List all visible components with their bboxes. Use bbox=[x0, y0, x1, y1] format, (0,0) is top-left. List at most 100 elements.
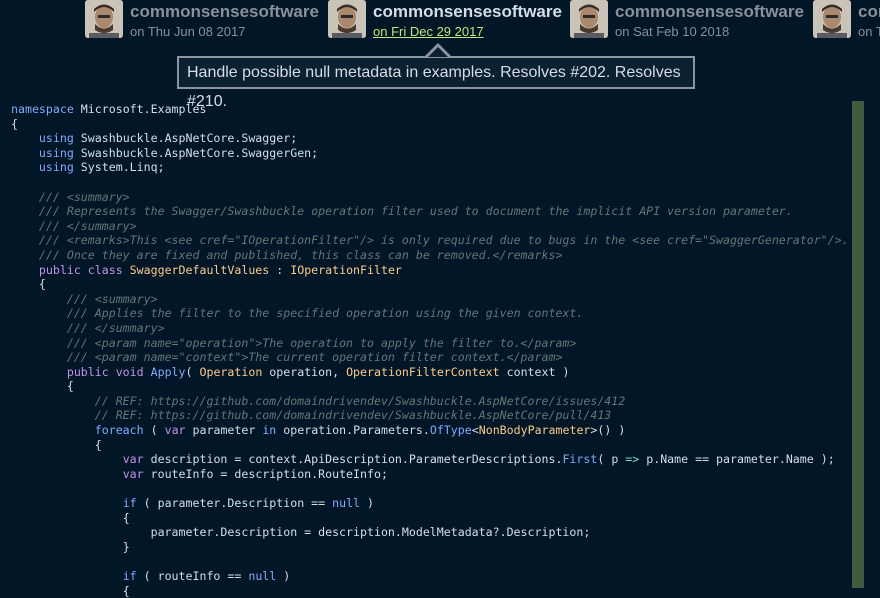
commit-message-tooltip: Handle possible null metadata in example… bbox=[177, 56, 695, 110]
code-line: if ( routeInfo == null ) bbox=[11, 569, 851, 584]
code-token: /// <summary> bbox=[66, 291, 158, 306]
code-token: namespace bbox=[11, 102, 74, 116]
author-avatar bbox=[813, 0, 851, 38]
code-token: ( parameter.Description == bbox=[136, 496, 333, 511]
code-token: Swashbuckle.AspNetCore.SwaggerGen; bbox=[73, 145, 319, 160]
code-token: /// <summary> bbox=[38, 189, 130, 204]
code-line: { bbox=[11, 379, 851, 394]
code-token: routeInfo = description.RouteInfo; bbox=[143, 466, 388, 481]
code-token: Operation bbox=[199, 364, 263, 379]
code-token: description = context.ApiDescription.Par… bbox=[143, 452, 563, 467]
code-token: NonBodyParameter bbox=[478, 423, 591, 438]
commit-date[interactable]: on Thu Jun 08 2017 bbox=[130, 24, 245, 39]
code-line: /// <summary> bbox=[11, 292, 851, 307]
code-token: < bbox=[471, 423, 479, 438]
code-line: /// <param name="operation">The operatio… bbox=[11, 336, 851, 351]
code-token: // REF: https://github.com/domaindrivend… bbox=[94, 393, 626, 408]
author-avatar bbox=[570, 0, 608, 38]
scrollbar-track[interactable] bbox=[864, 101, 880, 588]
code-line: /// <param name="context">The current op… bbox=[11, 350, 851, 365]
commit-date[interactable]: on Sat Feb 10 2018 bbox=[615, 24, 729, 39]
code-token: var bbox=[122, 452, 144, 467]
code-token: using bbox=[38, 160, 74, 175]
code-token: SwaggerDefaultValues bbox=[129, 262, 270, 277]
author-avatar bbox=[328, 0, 366, 38]
code-token: context ) bbox=[499, 364, 570, 379]
commit-entry[interactable]: commonsensesoftware on Thu Jun 08 2017 bbox=[85, 0, 319, 44]
commit-entry-active[interactable]: commonsensesoftware on Fri Dec 29 2017 bbox=[328, 0, 562, 44]
code-token: Swashbuckle.AspNetCore.Swagger; bbox=[73, 131, 298, 146]
code-token: /// </summary> bbox=[38, 218, 137, 233]
code-token: in bbox=[262, 423, 277, 438]
commit-date-link[interactable]: on Fri Dec 29 2017 bbox=[373, 24, 484, 39]
code-line: { bbox=[11, 117, 851, 132]
code-token: Microsoft.Examples bbox=[73, 102, 207, 116]
commit-entry[interactable]: commonsensesoftware on Thu Mar 01 2018 bbox=[813, 0, 880, 44]
code-line: // REF: https://github.com/domaindrivend… bbox=[11, 408, 851, 423]
code-token: parameter.Description = description.Mode… bbox=[11, 525, 591, 540]
code-line: { bbox=[11, 277, 851, 292]
commit-author: commonsensesoftware bbox=[373, 2, 562, 21]
commit-author: commonsensesoftware bbox=[858, 2, 880, 21]
code-line: using Swashbuckle.AspNetCore.SwaggerGen; bbox=[11, 146, 851, 161]
commit-date[interactable]: on Thu Mar 01 2018 bbox=[858, 24, 880, 39]
code-token: } bbox=[122, 539, 130, 554]
code-line: // REF: https://github.com/domaindrivend… bbox=[11, 394, 851, 409]
code-token: /// <param name="context">The current op… bbox=[66, 350, 563, 365]
commit-author: commonsensesoftware bbox=[130, 2, 319, 21]
commit-entry[interactable]: commonsensesoftware on Sat Feb 10 2018 bbox=[570, 0, 804, 44]
code-token: null bbox=[248, 569, 277, 583]
code-token: First bbox=[562, 452, 598, 467]
code-line: public class SwaggerDefaultValues : IOpe… bbox=[11, 263, 851, 278]
code-token: using bbox=[38, 131, 74, 146]
code-token: { bbox=[122, 583, 130, 598]
code-line: foreach ( var parameter in operation.Par… bbox=[11, 423, 851, 438]
code-line: public void Apply( Operation operation, … bbox=[11, 365, 851, 380]
code-token: OperationFilterContext bbox=[346, 364, 500, 379]
author-avatar bbox=[85, 0, 123, 38]
code-line: /// Represents the Swagger/Swashbuckle o… bbox=[11, 204, 851, 219]
code-token: p.Name == parameter.Name ); bbox=[639, 452, 835, 467]
code-line: { bbox=[11, 438, 851, 453]
code-line: /// Once they are fixed and published, t… bbox=[11, 248, 851, 263]
code-token: /// Once they are fixed and published, t… bbox=[38, 247, 563, 262]
code-token: ( p bbox=[597, 452, 626, 467]
code-token: var bbox=[164, 423, 186, 438]
code-token: public class bbox=[38, 262, 123, 277]
commit-author: commonsensesoftware bbox=[615, 2, 804, 21]
code-line: /// </summary> bbox=[11, 219, 851, 234]
code-token: public void bbox=[66, 364, 144, 379]
code-token: /// Represents the Swagger/Swashbuckle o… bbox=[38, 204, 793, 219]
code-token: { bbox=[38, 277, 46, 292]
code-token: ( routeInfo == bbox=[136, 569, 249, 583]
tooltip-arrow-inner bbox=[428, 47, 448, 57]
code-editor[interactable]: namespace Microsoft.Examples{ using Swas… bbox=[11, 102, 851, 598]
code-token: using bbox=[38, 145, 74, 160]
code-token: if bbox=[122, 569, 137, 583]
code-line: /// <summary> bbox=[11, 190, 851, 205]
code-line: namespace Microsoft.Examples bbox=[11, 102, 851, 117]
code-token: /// </summary> bbox=[66, 320, 165, 335]
code-token: null bbox=[332, 496, 361, 511]
